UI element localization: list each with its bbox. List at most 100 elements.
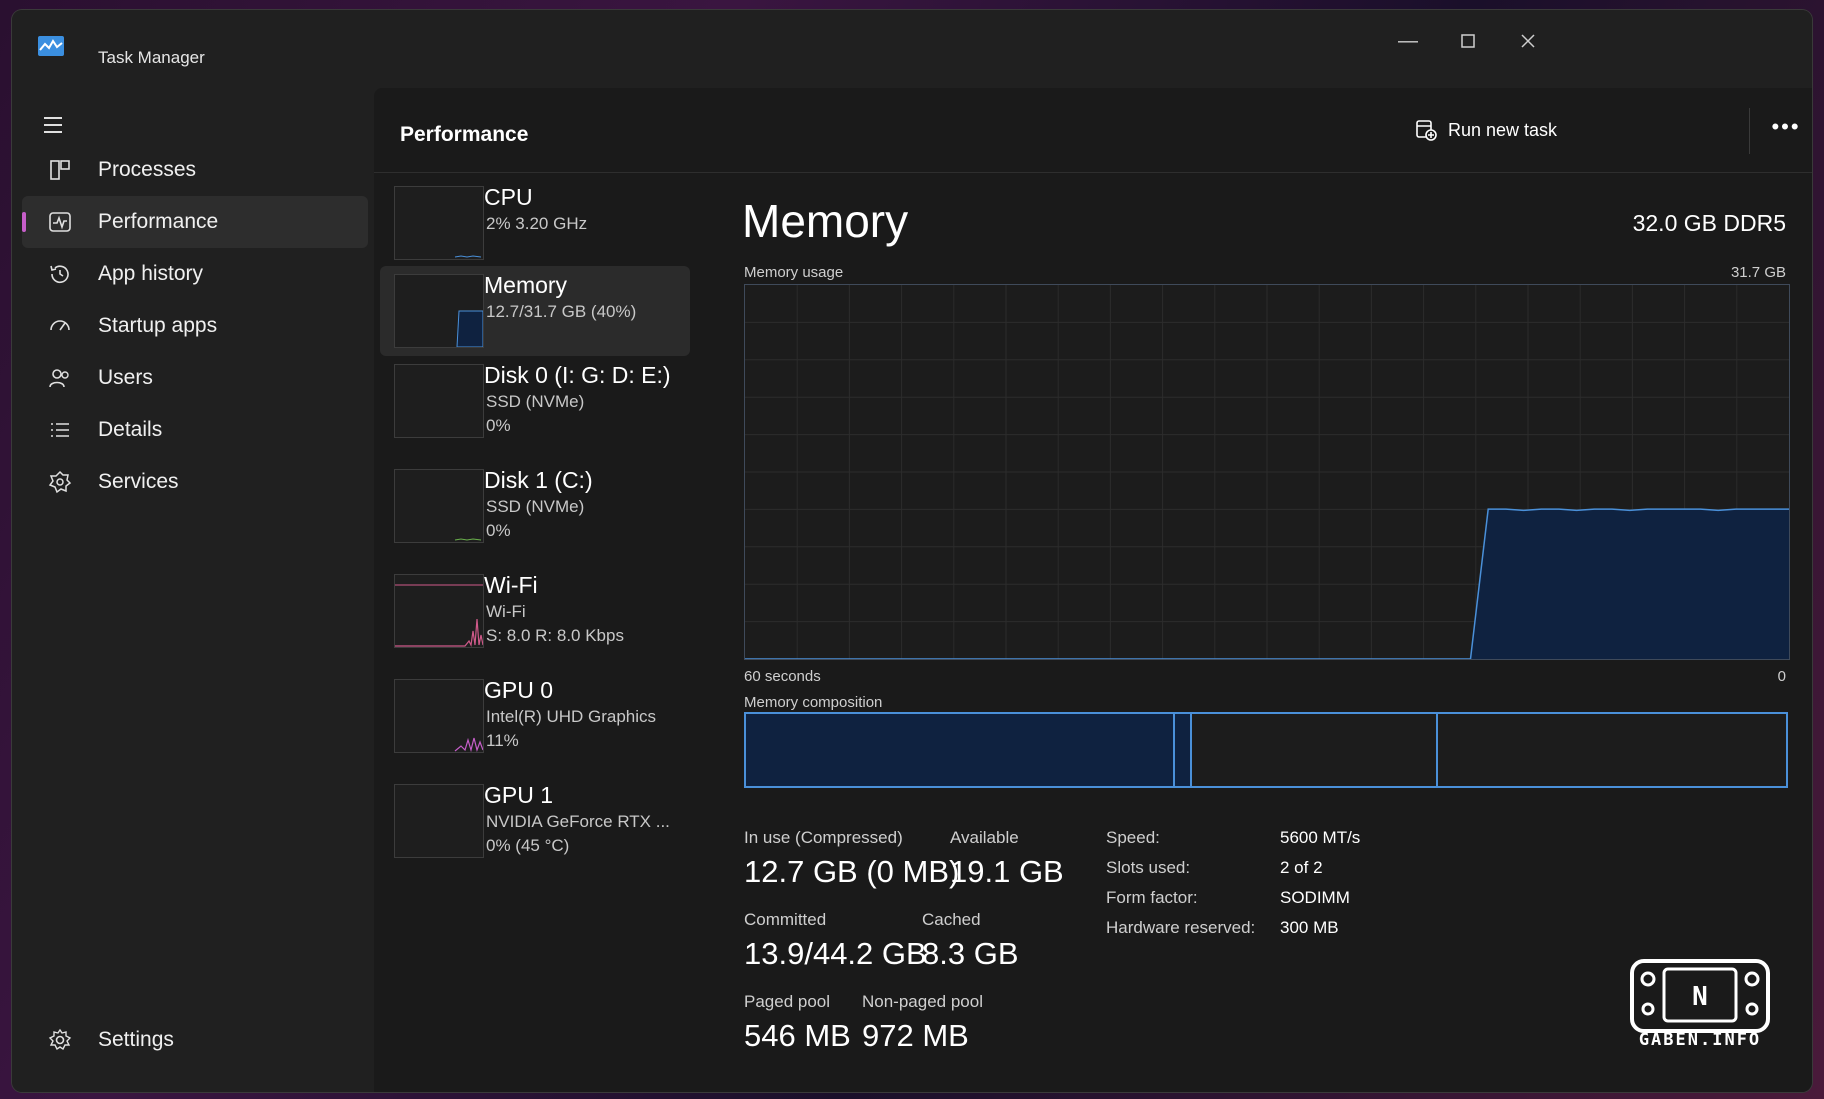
slots-used-label: Slots used: xyxy=(1106,858,1191,877)
minimize-icon: — xyxy=(1398,29,1418,52)
device-detail: NVIDIA GeForce RTX ... xyxy=(486,812,670,831)
committed-value: 13.9/44.2 GB xyxy=(744,936,927,971)
main-content: Performance Run new task ••• CPU 2% 3.20… xyxy=(374,88,1812,1092)
gpu1-thumbnail xyxy=(394,784,484,858)
composition-segment-modified[interactable] xyxy=(1174,714,1192,786)
sidebar-item-startup-apps[interactable]: Startup apps xyxy=(22,300,368,352)
device-detail: 12.7/31.7 GB (40%) xyxy=(486,302,637,321)
sidebar-item-label: Startup apps xyxy=(98,314,218,337)
device-name: GPU 0 xyxy=(484,677,554,703)
graph-time-right-label: 0 xyxy=(1777,668,1786,685)
maximize-icon xyxy=(1461,34,1475,48)
memory-composition-bar[interactable] xyxy=(744,712,1788,788)
device-item-gpu1[interactable]: GPU 1 NVIDIA GeForce RTX ... 0% (45 °C) xyxy=(380,776,690,866)
header-divider xyxy=(1749,108,1750,154)
task-manager-app-icon xyxy=(38,36,64,56)
sidebar-item-settings[interactable]: Settings xyxy=(22,1014,368,1066)
composition-segment-in-use[interactable] xyxy=(746,714,1175,786)
page-header: Performance Run new task ••• xyxy=(374,88,1812,173)
details-icon xyxy=(51,423,69,437)
device-detail: SSD (NVMe) xyxy=(486,497,585,516)
device-item-wifi[interactable]: Wi-Fi Wi-Fi S: 8.0 R: 8.0 Kbps xyxy=(380,566,690,656)
device-list: CPU 2% 3.20 GHz Memory 12.7/31.7 GB (40%… xyxy=(374,172,704,1092)
memory-thumbnail xyxy=(394,274,484,348)
processes-icon xyxy=(50,160,70,180)
device-usage: S: 8.0 R: 8.0 Kbps xyxy=(486,626,624,645)
svg-text:N: N xyxy=(1692,982,1708,1012)
active-indicator xyxy=(22,212,26,232)
sidebar-item-users[interactable]: Users xyxy=(22,352,368,404)
performance-icon xyxy=(49,212,71,232)
sidebar: Processes Performance App history Startu… xyxy=(12,88,374,1092)
disk0-thumbnail xyxy=(394,364,484,438)
hamburger-menu-icon[interactable] xyxy=(38,110,68,140)
startup-icon xyxy=(50,320,70,331)
nonpaged-pool-value: 972 MB xyxy=(862,1018,969,1053)
sidebar-item-label: Details xyxy=(98,418,163,441)
composition-segment-standby[interactable] xyxy=(1191,714,1439,786)
device-item-disk1[interactable]: Disk 1 (C:) SSD (NVMe) 0% xyxy=(380,461,690,551)
task-manager-window: Task Manager — Processes Performance App… xyxy=(12,10,1812,1092)
in-use-label: In use (Compressed) xyxy=(744,828,903,847)
wifi-thumbnail xyxy=(394,574,484,648)
page-title: Performance xyxy=(400,123,529,146)
sidebar-item-app-history[interactable]: App history xyxy=(22,248,368,300)
device-item-memory[interactable]: Memory 12.7/31.7 GB (40%) xyxy=(380,266,690,356)
device-name: GPU 1 xyxy=(484,782,554,808)
composition-segment-free[interactable] xyxy=(1438,714,1786,786)
close-icon xyxy=(1521,34,1535,48)
hardware-reserved-value: 300 MB xyxy=(1280,918,1339,937)
maximize-button[interactable] xyxy=(1448,26,1488,56)
device-usage: 0% xyxy=(486,416,511,435)
device-item-disk0[interactable]: Disk 0 (I: G: D: E:) SSD (NVMe) 0% xyxy=(380,356,690,446)
title-bar: Task Manager — xyxy=(12,10,1812,88)
close-button[interactable] xyxy=(1508,26,1548,56)
memory-usage-graph xyxy=(744,284,1790,660)
memory-spec: 32.0 GB DDR5 xyxy=(1632,210,1786,236)
speed-value: 5600 MT/s xyxy=(1280,828,1361,847)
sidebar-item-performance[interactable]: Performance xyxy=(22,196,368,248)
minimize-button[interactable]: — xyxy=(1388,26,1428,56)
slots-used-value: 2 of 2 xyxy=(1280,858,1323,877)
available-label: Available xyxy=(950,828,1019,847)
memory-usage-max: 31.7 GB xyxy=(1730,264,1786,281)
device-usage: 0% (45 °C) xyxy=(486,836,570,855)
run-new-task-label: Run new task xyxy=(1448,119,1558,140)
device-name: Wi-Fi xyxy=(484,572,538,598)
settings-gear-icon xyxy=(48,1028,72,1051)
device-detail: 2% 3.20 GHz xyxy=(486,214,588,233)
sidebar-item-label: App history xyxy=(98,262,204,285)
sidebar-item-details[interactable]: Details xyxy=(22,404,368,456)
sidebar-item-label: Services xyxy=(98,470,179,493)
memory-usage-chart xyxy=(745,285,1789,660)
nonpaged-pool-label: Non-paged pool xyxy=(862,992,983,1011)
device-item-gpu0[interactable]: GPU 0 Intel(R) UHD Graphics 11% xyxy=(380,671,690,761)
memory-title: Memory xyxy=(742,195,909,247)
device-name: Disk 0 (I: G: D: E:) xyxy=(484,362,671,388)
device-detail: SSD (NVMe) xyxy=(486,392,585,411)
gpu0-thumbnail xyxy=(394,679,484,753)
sidebar-item-services[interactable]: Services xyxy=(22,456,368,508)
committed-label: Committed xyxy=(744,910,827,929)
memory-composition-label: Memory composition xyxy=(744,694,883,711)
device-name: Disk 1 (C:) xyxy=(484,467,593,493)
memory-usage-label: Memory usage xyxy=(744,264,844,281)
sidebar-item-label: Users xyxy=(98,366,153,389)
paged-pool-value: 546 MB xyxy=(744,1018,851,1053)
sidebar-item-processes[interactable]: Processes xyxy=(22,144,368,196)
settings-label: Settings xyxy=(98,1028,174,1051)
run-new-task-button[interactable]: Run new task xyxy=(1404,108,1567,152)
more-options-button[interactable]: ••• xyxy=(1764,114,1808,146)
sidebar-item-label: Processes xyxy=(98,158,197,181)
cached-value: 8.3 GB xyxy=(922,936,1019,971)
device-detail: Wi-Fi xyxy=(486,602,526,621)
form-factor-value: SODIMM xyxy=(1280,888,1350,907)
services-icon xyxy=(48,470,72,494)
disk1-thumbnail xyxy=(394,469,484,543)
device-usage: 11% xyxy=(486,731,519,750)
device-name: Memory xyxy=(484,272,568,298)
device-item-cpu[interactable]: CPU 2% 3.20 GHz xyxy=(380,178,690,268)
users-icon xyxy=(49,369,69,388)
history-icon xyxy=(50,265,69,284)
window-title: Task Manager xyxy=(98,48,205,67)
